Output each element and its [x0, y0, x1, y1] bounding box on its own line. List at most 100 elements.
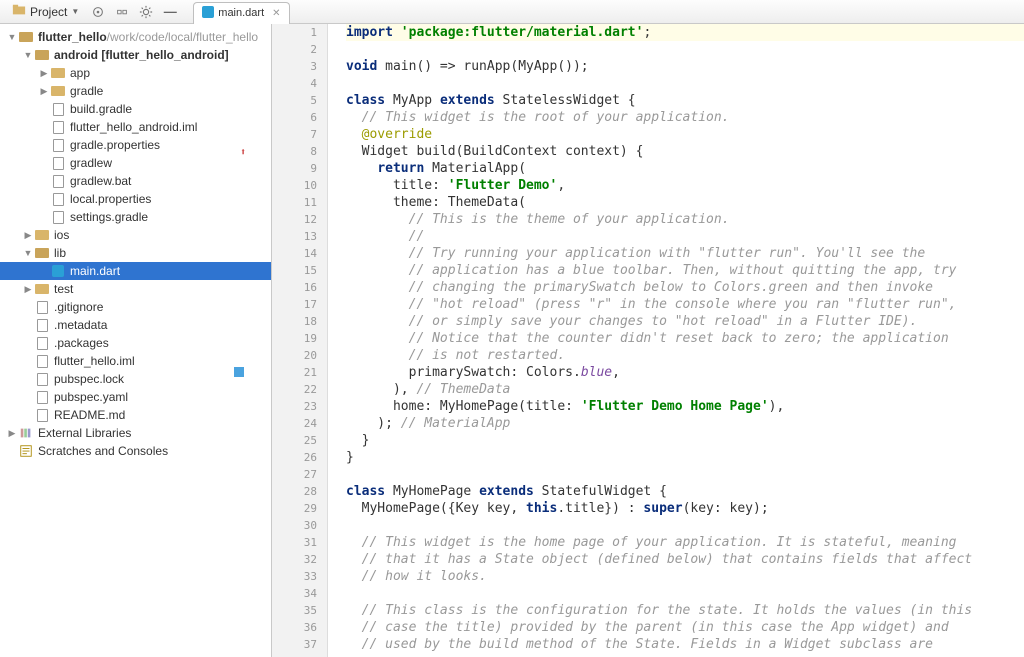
tree-item[interactable]: gradlew	[0, 154, 271, 172]
chevron-down-icon: ▼	[71, 7, 79, 16]
tree-item-label: build.gradle	[70, 102, 132, 116]
code-line[interactable]: @override	[346, 126, 1024, 143]
twisty-icon[interactable]: ▶	[6, 428, 18, 439]
tree-item[interactable]: gradlew.bat	[0, 172, 271, 190]
code-line[interactable]: }	[346, 449, 1024, 466]
code-line[interactable]: ); // MaterialApp	[346, 415, 1024, 432]
collapse-all-icon[interactable]	[113, 3, 131, 21]
line-number: 18	[272, 313, 317, 330]
code-line[interactable]: // or simply save your changes to "hot r…	[346, 313, 1024, 330]
code-line[interactable]	[346, 41, 1024, 58]
code-line[interactable]: //	[346, 228, 1024, 245]
file-icon	[50, 120, 66, 134]
code-line[interactable]: import 'package:flutter/material.dart';	[346, 24, 1024, 41]
tree-item[interactable]: pubspec.yaml	[0, 388, 271, 406]
code-line[interactable]: ), // ThemeData	[346, 381, 1024, 398]
code-line[interactable]: // Notice that the counter didn't reset …	[346, 330, 1024, 347]
code-area[interactable]: import 'package:flutter/material.dart'; v…	[328, 24, 1024, 657]
tree-item[interactable]: ▶app	[0, 64, 271, 82]
code-line[interactable]: MyHomePage({Key key, this.title}) : supe…	[346, 500, 1024, 517]
tree-item[interactable]: ▶gradle	[0, 82, 271, 100]
tree-item[interactable]: .packages	[0, 334, 271, 352]
code-line[interactable]: home: MyHomePage(title: 'Flutter Demo Ho…	[346, 398, 1024, 415]
tree-item[interactable]: flutter_hello_android.iml	[0, 118, 271, 136]
code-line[interactable]: Widget build(BuildContext context) {	[346, 143, 1024, 160]
tree-item[interactable]: gradle.properties	[0, 136, 271, 154]
project-dropdown[interactable]: Project ▼	[6, 1, 85, 22]
code-line[interactable]: // used by the build method of the State…	[346, 636, 1024, 653]
tree-item[interactable]: build.gradle	[0, 100, 271, 118]
code-line[interactable]: // Try running your application with "fl…	[346, 245, 1024, 262]
code-line[interactable]: primarySwatch: Colors.blue,	[346, 364, 1024, 381]
override-marker[interactable]: ⬆	[240, 144, 246, 161]
code-line[interactable]: }	[346, 432, 1024, 449]
file-icon	[34, 372, 50, 386]
line-number: 23	[272, 398, 317, 415]
breakpoint-marker[interactable]	[234, 367, 244, 377]
file-icon	[50, 192, 66, 206]
close-icon[interactable]: ✕	[272, 8, 280, 19]
code-line[interactable]	[346, 585, 1024, 602]
line-number: 34	[272, 585, 317, 602]
code-line[interactable]: // that it has a State object (defined b…	[346, 551, 1024, 568]
code-line[interactable]: // This widget is the home page of your …	[346, 534, 1024, 551]
line-number: 6	[272, 109, 317, 126]
twisty-icon[interactable]: ▶	[22, 230, 34, 241]
tree-item[interactable]: settings.gradle	[0, 208, 271, 226]
folder-icon	[34, 228, 50, 242]
tree-item[interactable]: ▶ios	[0, 226, 271, 244]
code-line[interactable]: class MyApp extends StatelessWidget {	[346, 92, 1024, 109]
code-line[interactable]: // changing the primarySwatch below to C…	[346, 279, 1024, 296]
code-line[interactable]: // case the title) provided by the paren…	[346, 619, 1024, 636]
tree-item-path: /work/code/local/flutter_hello	[107, 30, 258, 44]
tree-item[interactable]: ▶test	[0, 280, 271, 298]
code-line[interactable]: // This widget is the root of your appli…	[346, 109, 1024, 126]
code-line[interactable]	[346, 466, 1024, 483]
hide-icon[interactable]: —	[161, 3, 179, 21]
line-number: 25	[272, 432, 317, 449]
tree-item[interactable]: .gitignore	[0, 298, 271, 316]
dart-file-icon	[202, 6, 214, 21]
tab-main-dart[interactable]: main.dart ✕	[193, 2, 289, 24]
gear-icon[interactable]	[137, 3, 155, 21]
twisty-icon[interactable]: ▼	[6, 32, 18, 42]
code-line[interactable]: // application has a blue toolbar. Then,…	[346, 262, 1024, 279]
tree-item-label: android [flutter_hello_android]	[54, 48, 229, 62]
tree-item[interactable]: flutter_hello.iml	[0, 352, 271, 370]
line-number: 10	[272, 177, 317, 194]
code-line[interactable]: return MaterialApp(	[346, 160, 1024, 177]
line-number: 20	[272, 347, 317, 364]
code-line[interactable]: theme: ThemeData(	[346, 194, 1024, 211]
tree-item[interactable]: ▼ android [flutter_hello_android]	[0, 46, 271, 64]
code-line[interactable]: // This class is the configuration for t…	[346, 602, 1024, 619]
code-editor[interactable]: 12345678⬆9101112131415161718192021222324…	[272, 24, 1024, 657]
code-line[interactable]	[346, 75, 1024, 92]
twisty-icon[interactable]: ▶	[38, 86, 50, 97]
code-line[interactable]: // how it looks.	[346, 568, 1024, 585]
tree-item[interactable]: .metadata	[0, 316, 271, 334]
code-line[interactable]: // "hot reload" (press "r" in the consol…	[346, 296, 1024, 313]
code-line[interactable]: title: 'Flutter Demo',	[346, 177, 1024, 194]
tree-item[interactable]: pubspec.lock	[0, 370, 271, 388]
code-line[interactable]: // This is the theme of your application…	[346, 211, 1024, 228]
twisty-icon[interactable]: ▼	[22, 248, 34, 258]
tree-item[interactable]: local.properties	[0, 190, 271, 208]
twisty-icon[interactable]: ▶	[38, 68, 50, 79]
tree-item[interactable]: Scratches and Consoles	[0, 442, 271, 460]
code-line[interactable]: class MyHomePage extends StatefulWidget …	[346, 483, 1024, 500]
tree-item[interactable]: ▶External Libraries	[0, 424, 271, 442]
tree-item[interactable]: README.md	[0, 406, 271, 424]
twisty-icon[interactable]: ▶	[22, 284, 34, 295]
locate-icon[interactable]	[89, 3, 107, 21]
twisty-icon[interactable]: ▼	[22, 50, 34, 60]
code-line[interactable]: void main() => runApp(MyApp());	[346, 58, 1024, 75]
code-line[interactable]: // is not restarted.	[346, 347, 1024, 364]
code-line[interactable]	[346, 517, 1024, 534]
tree-item[interactable]: ▼lib	[0, 244, 271, 262]
project-tree[interactable]: ▼flutter_hello /work/code/local/flutter_…	[0, 24, 271, 464]
line-number: 5	[272, 92, 317, 109]
tree-item[interactable]: main.dart	[0, 262, 271, 280]
line-number: 14	[272, 245, 317, 262]
tree-item[interactable]: ▼flutter_hello /work/code/local/flutter_…	[0, 28, 271, 46]
project-tree-panel: ▼flutter_hello /work/code/local/flutter_…	[0, 24, 272, 657]
